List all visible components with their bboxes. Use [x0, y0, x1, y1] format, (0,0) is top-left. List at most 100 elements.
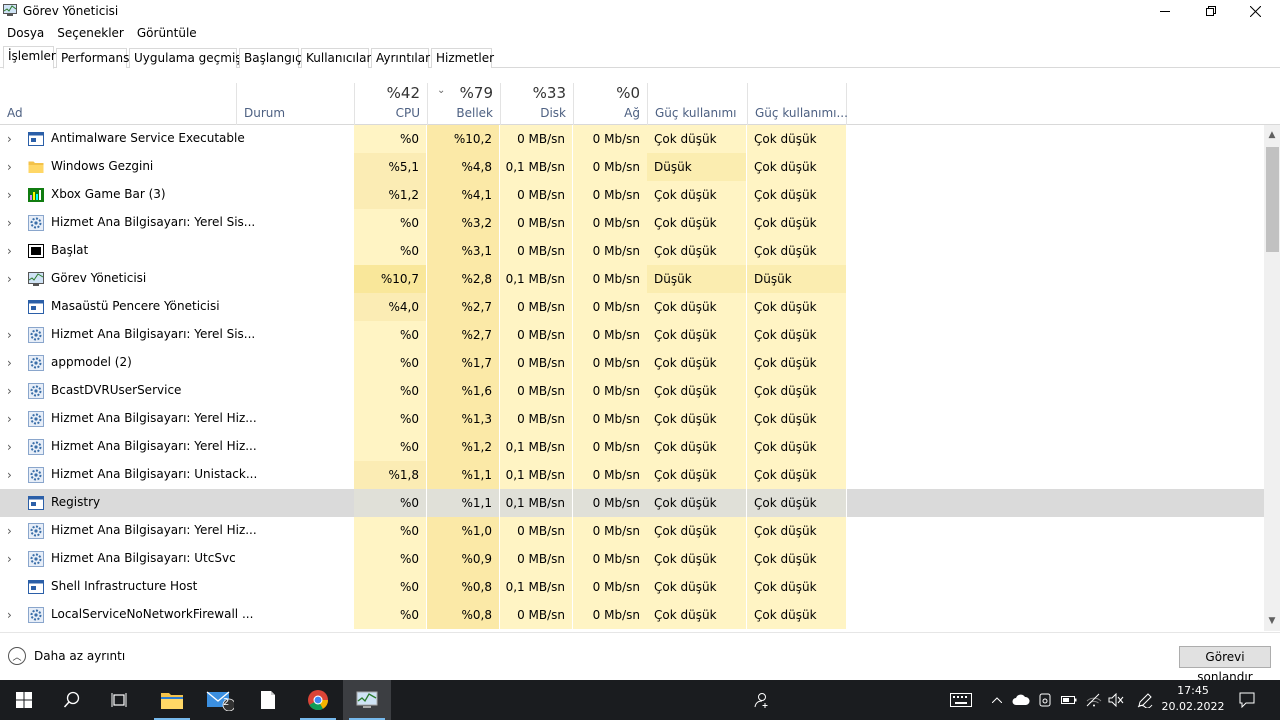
expand-chevron-icon[interactable]: › — [7, 440, 12, 454]
col-cpu[interactable]: %42 CPU — [354, 83, 427, 125]
pen-workspace-button[interactable] — [1134, 680, 1156, 720]
vertical-scrollbar[interactable]: ▲ ▼ — [1264, 125, 1280, 631]
table-row[interactable]: › Hizmet Ana Bilgisayarı: Yerel Hiz... %0%… — [0, 517, 1264, 545]
tab-performance[interactable]: Performans — [56, 48, 129, 68]
expand-chevron-icon[interactable]: › — [7, 132, 12, 146]
menu-file[interactable]: Dosya — [0, 24, 50, 42]
tab-details[interactable]: Ayrıntılar — [371, 48, 430, 68]
keyboard-tray-button[interactable] — [946, 680, 976, 720]
expand-chevron-icon[interactable]: › — [7, 468, 12, 482]
scroll-up-icon[interactable]: ▲ — [1264, 127, 1280, 143]
wifi-button[interactable] — [1084, 680, 1104, 720]
expand-chevron-icon[interactable]: › — [7, 272, 12, 286]
expand-chevron-icon[interactable]: › — [7, 608, 12, 622]
col-disk[interactable]: %33 Disk — [500, 83, 573, 125]
task-view-button[interactable] — [96, 680, 144, 720]
fewer-details-button[interactable]: ︿ Daha az ayrıntı — [8, 647, 125, 665]
table-row[interactable]: Shell Infrastructure Host %0 %0,8 0,1 MB/sn… — [0, 573, 1264, 601]
table-row[interactable]: › Hizmet Ana Bilgisayarı: UtcSvc %0 %0,9 0 M… — [0, 545, 1264, 573]
col-power[interactable]: Güç kullanımı — [647, 83, 747, 125]
start-button[interactable] — [0, 680, 48, 720]
table-row[interactable]: › Windows Gezgini %5,1 %4,8 0,1 MB/sn 0 Mb/sn… — [0, 153, 1264, 181]
expand-chevron-icon[interactable]: › — [7, 552, 12, 566]
cell-memory: %1,1 — [427, 489, 500, 517]
cell-memory: %2,8 — [427, 265, 500, 293]
taskbar-chrome[interactable] — [294, 680, 342, 720]
cell-cpu: %0 — [354, 209, 427, 237]
device-tray-button[interactable] — [1036, 680, 1054, 720]
menu-view[interactable]: Görüntüle — [130, 24, 203, 42]
table-row[interactable]: › Hizmet Ana Bilgisayarı: Yerel Sis... %0%… — [0, 209, 1264, 237]
cell-cpu: %0 — [354, 237, 427, 265]
scroll-thumb[interactable] — [1266, 147, 1279, 252]
keyboard-icon — [950, 693, 972, 707]
tab-processes[interactable]: İşlemler — [3, 46, 56, 69]
table-row[interactable]: › Hizmet Ana Bilgisayarı: Yerel Hiz... %0%… — [0, 433, 1264, 461]
col-name[interactable]: Ad — [0, 83, 236, 125]
expand-chevron-icon[interactable]: › — [7, 244, 12, 258]
expand-chevron-icon[interactable]: › — [7, 356, 12, 370]
minimize-button[interactable] — [1142, 0, 1188, 22]
table-row[interactable]: › BcastDVRUserService %0 %1,6 0 MB/sn 0 Mb/sn… — [0, 377, 1264, 405]
search-button[interactable] — [48, 680, 96, 720]
volume-button[interactable] — [1106, 680, 1126, 720]
col-network[interactable]: %0 Ağ — [573, 83, 647, 125]
table-row[interactable]: › Xbox Game Bar (3) %1,2 %4,1 0 MB/sn 0 Mb/sn… — [0, 181, 1264, 209]
cell-network: 0 Mb/sn — [573, 601, 647, 629]
scroll-down-icon[interactable]: ▼ — [1264, 613, 1280, 629]
table-row[interactable]: › appmodel (2) %0 %1,7 0 MB/sn 0 Mb/sn Çok düş… — [0, 349, 1264, 377]
cell-cpu: %0 — [354, 321, 427, 349]
show-hidden-icons-button[interactable] — [988, 680, 1006, 720]
maximize-button[interactable] — [1188, 0, 1234, 22]
cell-network: 0 Mb/sn — [573, 489, 647, 517]
people-button[interactable] — [750, 680, 772, 720]
close-button[interactable] — [1232, 0, 1278, 22]
table-row[interactable]: › Hizmet Ana Bilgisayarı: Yerel Sis... %0%… — [0, 321, 1264, 349]
table-row[interactable]: Registry %0 %1,1 0,1 MB/sn 0 Mb/sn Çok düşük Ç… — [0, 489, 1264, 517]
search-icon — [63, 691, 80, 708]
window-title: Görev Yöneticisi — [23, 4, 119, 18]
cell-memory: %1,2 — [427, 433, 500, 461]
taskbar-document[interactable] — [244, 680, 292, 720]
process-name: Görev Yöneticisi — [51, 271, 147, 285]
table-row[interactable]: › LocalServiceNoNetworkFirewall ... %0 %0,8… — [0, 601, 1264, 629]
expand-chevron-icon[interactable]: › — [7, 524, 12, 538]
cell-disk: 0,1 MB/sn — [500, 489, 573, 517]
cell-power: Çok düşük — [647, 601, 747, 629]
table-row[interactable]: Masaüstü Pencere Yöneticisi %4,0 %2,7 0 MB/… — [0, 293, 1264, 321]
cell-disk: 0 MB/sn — [500, 545, 573, 573]
battery-button[interactable] — [1058, 680, 1080, 720]
cell-memory: %2,7 — [427, 293, 500, 321]
col-status[interactable]: Durum — [236, 83, 354, 125]
action-center-button[interactable] — [1234, 680, 1260, 720]
table-row[interactable]: › Antimalware Service Executable %0 %10,2 0 … — [0, 125, 1264, 153]
tab-services[interactable]: Hizmetler — [431, 48, 494, 68]
system-clock[interactable]: 17:45 20.02.2022 — [1160, 683, 1226, 715]
col-power-trend[interactable]: Güç kullanımı... — [747, 83, 848, 125]
cell-memory: %0,9 — [427, 545, 500, 573]
expand-chevron-icon[interactable]: › — [7, 216, 12, 230]
taskbar-mail[interactable]: 2 — [196, 680, 244, 720]
expand-chevron-icon[interactable]: › — [7, 412, 12, 426]
tab-users[interactable]: Kullanıcılar — [301, 48, 371, 68]
taskbar-task-manager[interactable] — [343, 680, 391, 720]
end-task-button[interactable]: Görevi sonlandır — [1179, 646, 1271, 684]
table-row[interactable]: › Görev Yöneticisi %10,7 %2,8 0,1 MB/sn 0 Mb/… — [0, 265, 1264, 293]
expand-chevron-icon[interactable]: › — [7, 384, 12, 398]
table-row[interactable]: › Hizmet Ana Bilgisayarı: Unistack... %1,8… — [0, 461, 1264, 489]
col-memory[interactable]: ⌄ %79 Bellek — [427, 83, 500, 125]
process-name: Hizmet Ana Bilgisayarı: UtcSvc — [51, 551, 236, 565]
table-row[interactable]: › Hizmet Ana Bilgisayarı: Yerel Hiz... %0%… — [0, 405, 1264, 433]
menu-options[interactable]: Seçenekler — [50, 24, 130, 42]
onedrive-button[interactable] — [1010, 680, 1032, 720]
tab-app-history[interactable]: Uygulama geçmişi — [129, 48, 245, 68]
expand-chevron-icon[interactable]: › — [7, 328, 12, 342]
tab-bar: İşlemler Performans Uygulama geçmişi Baş… — [0, 46, 1280, 69]
cell-disk: 0 MB/sn — [500, 293, 573, 321]
tab-startup[interactable]: Başlangıç — [239, 48, 302, 68]
expand-chevron-icon[interactable]: › — [7, 160, 12, 174]
table-row[interactable]: › Başlat %0 %3,1 0 MB/sn 0 Mb/sn Çok düşük Çok … — [0, 237, 1264, 265]
process-name: Hizmet Ana Bilgisayarı: Yerel Hiz... — [51, 523, 257, 537]
expand-chevron-icon[interactable]: › — [7, 188, 12, 202]
taskbar-file-explorer[interactable] — [148, 680, 196, 720]
